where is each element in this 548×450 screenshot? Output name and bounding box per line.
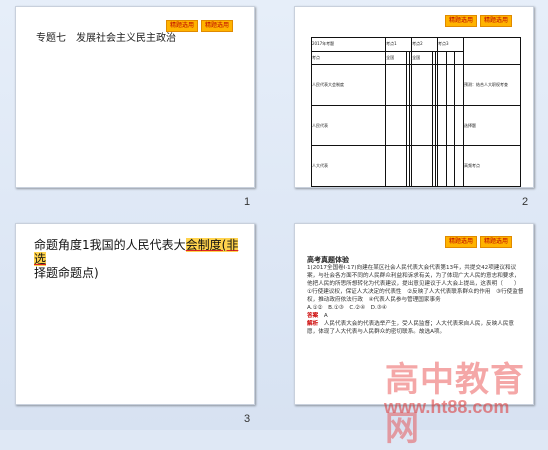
table-cell: 全国 bbox=[385, 50, 408, 66]
table-cell: 人民代表大会制度 bbox=[310, 64, 387, 106]
slide-thumbnail-3[interactable]: 命题角度1我国的人民代表大会制度(非选 择题命题点) bbox=[15, 223, 255, 405]
table-cell: 全国 bbox=[411, 50, 434, 66]
slide-number: 1 bbox=[244, 196, 251, 208]
table-header-cell: 考点2 bbox=[411, 37, 438, 52]
table-header-cell: 考点3 bbox=[437, 37, 464, 52]
slide-title: 专题七 发展社会主义民主政治 bbox=[36, 33, 176, 44]
exam-table: 2017年考题 考点1 考点2 考点3 考点 全国 全国 人民代表大会制度 预测… bbox=[310, 36, 521, 187]
table-header-cell: 2017年考题 bbox=[310, 37, 387, 52]
slide-heading: 命题角度1我国的人民代表大会制度(非选 择题命题点) bbox=[34, 238, 244, 280]
question-choices: A.①② B.①③ C.②④ D.③④ bbox=[307, 305, 387, 311]
tag-badge: 精题选用 bbox=[480, 15, 513, 27]
tag-badge: 精题选用 bbox=[480, 236, 513, 248]
slide-thumbnail-1[interactable]: 精题选用 精题选用 专题七 发展社会主义民主政治 bbox=[15, 6, 255, 188]
table-cell: 人民代表 bbox=[310, 104, 387, 147]
explain-label: 解析 bbox=[307, 321, 319, 327]
tag-badge: 精题选用 bbox=[445, 236, 478, 248]
table-cell: 考点 bbox=[310, 50, 387, 66]
question-options: ①行使建议权，保证人大决定的代表性 ②反映了人大代表联系群众的作用 ③行使监督权… bbox=[307, 289, 524, 303]
watermark-url: www.ht88.com bbox=[384, 397, 510, 417]
table-cell: 选择题 bbox=[463, 104, 521, 147]
heading-text: 择题命题点) bbox=[34, 266, 99, 280]
slide-number: 2 bbox=[522, 196, 529, 208]
table-cell: 高频考点 bbox=[463, 145, 521, 187]
tag-badge: 精题选用 bbox=[445, 15, 478, 27]
question-stem: 1(2017全国卷I·17)向建在某区社会人民代表大会代表第13年，共提交42项… bbox=[307, 265, 520, 287]
question-text: 1(2017全国卷I·17)向建在某区社会人民代表大会代表第13年，共提交42项… bbox=[307, 264, 525, 336]
answer-value: A bbox=[323, 313, 328, 319]
explanation-text: 人民代表大会的代表选举产生，受人民监督；人大代表来自人民，反映人民意愿，体现了人… bbox=[307, 321, 515, 335]
slide-number: 3 bbox=[244, 413, 251, 425]
heading-text: 命题角度1我国的人民代表大 bbox=[34, 238, 186, 252]
table-header-cell bbox=[463, 36, 521, 66]
table-header-cell: 考点1 bbox=[385, 37, 413, 52]
slide-thumbnail-2[interactable]: 精题选用 精题选用 2017年考题 考点1 考点2 考点3 考点 全国 全国 人… bbox=[294, 6, 534, 188]
table-cell: 人大代表 bbox=[310, 145, 387, 187]
table-cell: 预测：结合人大职权考查 bbox=[463, 64, 521, 106]
tag-badge: 精题选用 bbox=[201, 20, 234, 32]
answer-label: 答案 bbox=[307, 313, 319, 319]
